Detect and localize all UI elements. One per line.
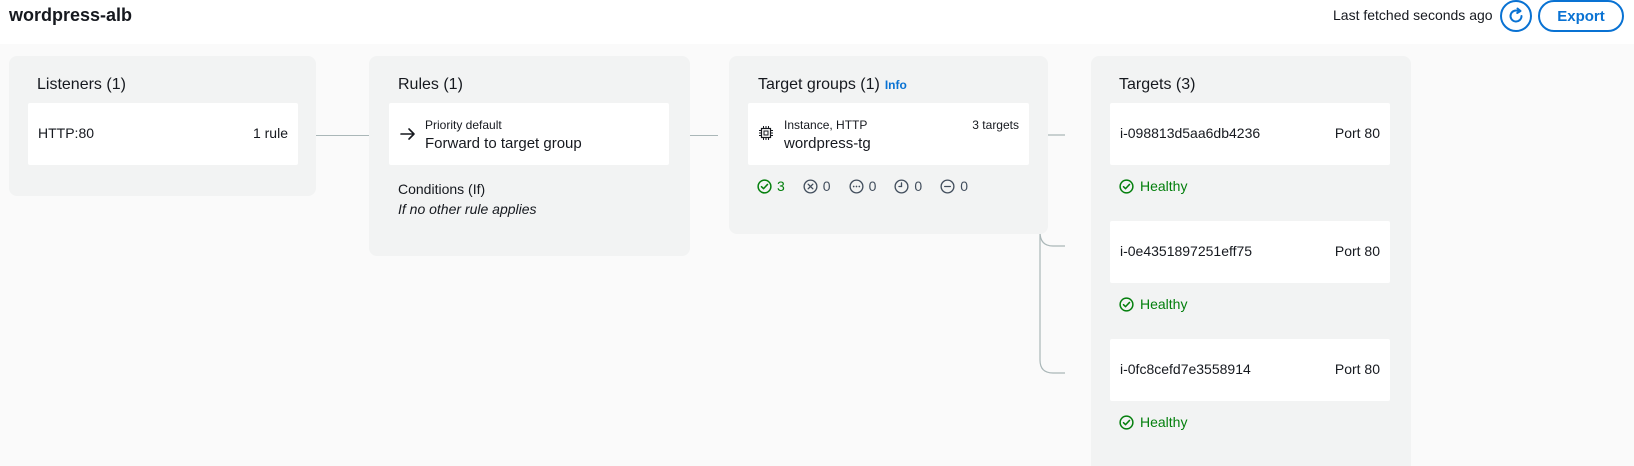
page-title: wordpress-alb (9, 5, 133, 25)
stat-draining-count: 0 (914, 178, 923, 194)
stat-unhealthy: 0 (803, 178, 831, 194)
conditions-value: If no other rule applies (398, 201, 537, 217)
arrow-right-icon (400, 128, 415, 140)
stat-healthy-count: 3 (777, 178, 785, 194)
target-status: Healthy (1119, 296, 1187, 312)
stat-unavailable-count: 0 (960, 178, 968, 194)
target-group-name: wordpress-tg (784, 135, 871, 152)
target-card[interactable]: i-0e4351897251eff75 Port 80 (1110, 221, 1390, 283)
clock-icon (894, 178, 909, 194)
rule-priority: Priority default (425, 118, 502, 132)
x-circle-icon (803, 178, 818, 194)
target-port: Port 80 (1334, 243, 1380, 259)
rules-panel: Rules (1) Priority default Forward to ta… (369, 56, 690, 256)
target-status: Healthy (1119, 178, 1187, 194)
stat-healthy: 3 (757, 178, 785, 194)
listener-rule-count: 1 rule (252, 125, 288, 141)
check-circle-icon (1119, 178, 1134, 194)
listeners-title: Listeners (1) (37, 76, 126, 93)
target-id: i-0fc8cefd7e3558914 (1120, 361, 1251, 377)
stat-unused-count: 0 (868, 178, 877, 194)
refresh-icon (1509, 7, 1523, 23)
chip-icon (759, 126, 773, 140)
target-id: i-098813d5aa6db4236 (1120, 125, 1261, 141)
target-groups-panel: Target groups (1) Info Instance, HTTP wo… (729, 56, 1048, 234)
target-group-card[interactable]: Instance, HTTP wordpress-tg 3 targets (748, 103, 1029, 165)
conditions-title: Conditions (If) (398, 181, 486, 197)
check-circle-icon (1119, 296, 1134, 312)
stat-unused: 0 (849, 178, 877, 194)
rules-title: Rules (1) (398, 76, 463, 93)
target-group-type: Instance, HTTP (784, 118, 868, 132)
targets-panel: Targets (3) i-098813d5aa6db4236 Port 80 … (1091, 56, 1411, 466)
target-status: Healthy (1119, 414, 1187, 430)
target-status-label: Healthy (1140, 296, 1188, 312)
target-id: i-0e4351897251eff75 (1120, 243, 1253, 259)
listener-protocol: HTTP:80 (38, 125, 95, 141)
rule-action: Forward to target group (425, 135, 582, 152)
stat-unavailable: 0 (940, 178, 968, 194)
target-groups-title-row: Target groups (1) Info (758, 76, 907, 94)
minus-circle-icon (940, 178, 955, 194)
rule-card[interactable]: Priority default Forward to target group (389, 103, 669, 165)
target-card[interactable]: i-098813d5aa6db4236 Port 80 (1110, 103, 1390, 165)
header-bar: wordpress-alb Last fetched seconds ago E… (0, 0, 1634, 44)
target-health-stats: 3 0 0 0 0 (757, 178, 968, 194)
target-port: Port 80 (1334, 361, 1380, 377)
listener-card[interactable]: HTTP:80 1 rule (28, 103, 298, 165)
stat-unhealthy-count: 0 (822, 178, 831, 194)
target-status-label: Healthy (1140, 414, 1188, 430)
target-group-count: 3 targets (972, 118, 1019, 132)
last-fetched-text: Last fetched seconds ago (1333, 7, 1493, 23)
ellipsis-circle-icon (849, 178, 864, 194)
target-groups-title: Target groups (1) (758, 76, 880, 93)
listeners-panel: Listeners (1) HTTP:80 1 rule (9, 56, 316, 196)
refresh-button[interactable] (1500, 0, 1532, 32)
stat-draining: 0 (894, 178, 922, 194)
target-port: Port 80 (1334, 125, 1380, 141)
info-link[interactable]: Info (885, 78, 907, 92)
targets-title: Targets (3) (1119, 76, 1196, 93)
export-button[interactable]: Export (1538, 0, 1624, 32)
target-card[interactable]: i-0fc8cefd7e3558914 Port 80 (1110, 339, 1390, 401)
check-circle-icon (757, 178, 772, 194)
target-status-label: Healthy (1140, 178, 1188, 194)
check-circle-icon (1119, 414, 1134, 430)
